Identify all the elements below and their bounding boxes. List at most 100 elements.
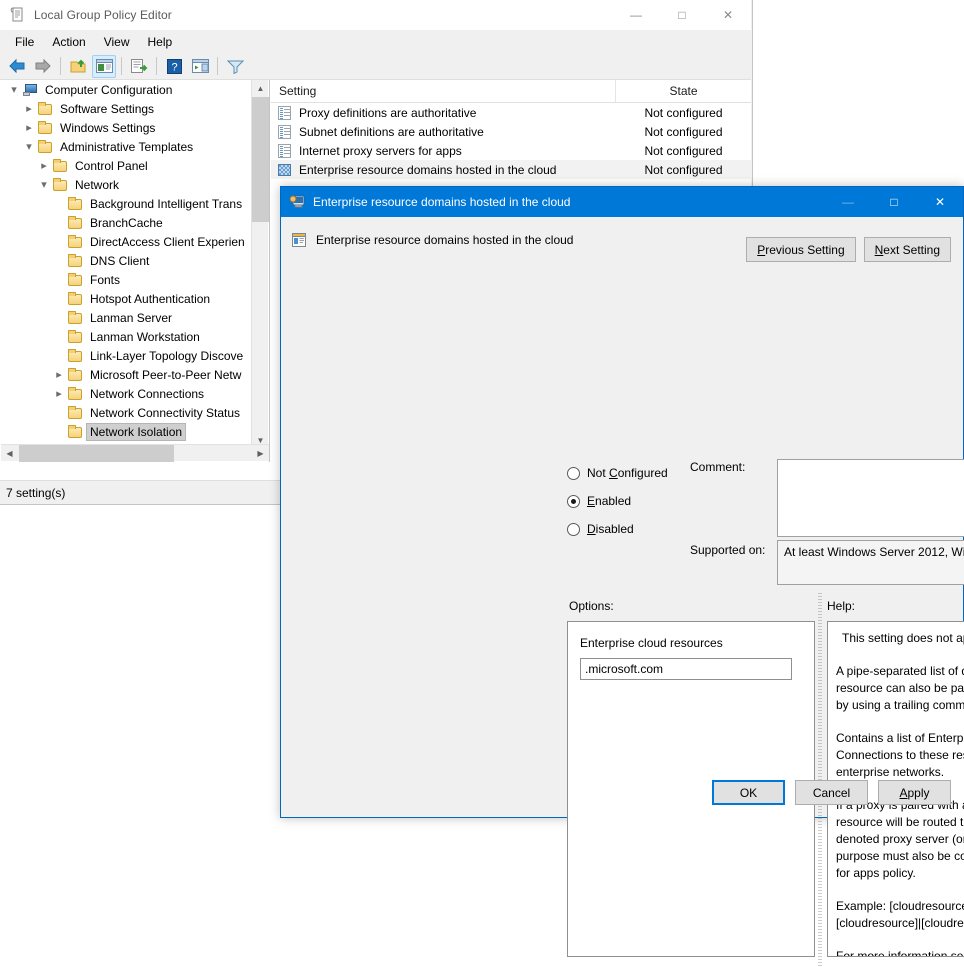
ok-button[interactable]: OK	[712, 780, 785, 805]
chevron-right-icon[interactable]: ▸	[36, 158, 52, 174]
options-label: Options:	[569, 599, 614, 613]
status-text: 7 setting(s)	[6, 486, 65, 500]
apply-button[interactable]: Apply	[878, 780, 951, 805]
tree-item[interactable]: Network Connectivity Status	[0, 403, 252, 422]
tree-item[interactable]: Lanman Workstation	[0, 327, 252, 346]
tree-item[interactable]: BranchCache	[0, 213, 252, 232]
cloud-policy-icon	[277, 162, 293, 178]
tree-vertical-scrollbar[interactable]: ▲ ▼	[251, 80, 268, 449]
tree-item[interactable]: Link-Layer Topology Discove	[0, 346, 252, 365]
tree-item-label: Microsoft Peer-to-Peer Netw	[87, 367, 244, 383]
folder-icon	[37, 139, 53, 155]
help-button[interactable]: ?	[162, 55, 186, 78]
show-hide-action-pane-button[interactable]	[188, 55, 212, 78]
minimize-button[interactable]: —	[613, 0, 659, 30]
cancel-button[interactable]: Cancel	[795, 780, 868, 805]
chevron-right-icon[interactable]: ▸	[21, 120, 37, 136]
dialog-header: Enterprise resource domains hosted in th…	[281, 217, 963, 262]
setting-state: Not configured	[616, 163, 751, 177]
folder-icon	[52, 158, 68, 174]
radio-not-configured-indicator[interactable]	[567, 467, 580, 480]
policy-icon	[277, 143, 293, 159]
radio-disabled[interactable]: Disabled	[567, 515, 687, 543]
scroll-left-arrow-icon[interactable]: ◀	[1, 445, 18, 462]
menu-bar: File Action View Help	[0, 30, 751, 53]
scroll-right-arrow-icon[interactable]: ▶	[252, 445, 269, 462]
menu-help[interactable]: Help	[139, 32, 182, 52]
next-setting-button[interactable]: Next Setting	[864, 237, 951, 262]
previous-setting-accelerator: P	[757, 243, 765, 257]
radio-enabled[interactable]: Enabled	[567, 487, 687, 515]
dialog-close-button[interactable]: ✕	[917, 187, 963, 217]
menu-view[interactable]: View	[95, 32, 139, 52]
radio-disabled-indicator[interactable]	[567, 523, 580, 536]
tree-item-label: Software Settings	[57, 101, 157, 117]
folder-icon	[52, 177, 68, 193]
tree-item[interactable]: Background Intelligent Trans	[0, 194, 252, 213]
close-button[interactable]: ✕	[705, 0, 751, 30]
scroll-up-arrow-icon[interactable]: ▲	[252, 80, 269, 97]
column-header-state[interactable]: State	[616, 80, 751, 102]
tree-item-label: Control Panel	[72, 158, 151, 174]
chevron-right-icon[interactable]: ▸	[51, 367, 67, 383]
tree-item[interactable]: Network Isolation	[0, 422, 252, 441]
radio-not-configured[interactable]: Not Configured	[567, 459, 687, 487]
chevron-placeholder	[51, 272, 67, 288]
chevron-down-icon[interactable]: ▾	[21, 139, 37, 155]
tree-item-label: Network	[72, 177, 122, 193]
comment-label: Comment:	[690, 460, 745, 474]
show-hide-console-tree-button[interactable]	[92, 55, 116, 78]
policy-icon	[277, 105, 293, 121]
menu-file[interactable]: File	[6, 32, 43, 52]
toolbar-separator	[217, 57, 218, 75]
back-button[interactable]	[5, 55, 29, 78]
tree-item[interactable]: ▾Computer Configuration	[0, 80, 252, 99]
forward-button[interactable]	[31, 55, 55, 78]
comment-textarea[interactable]: ▲ ▼	[777, 459, 964, 537]
folder-icon	[67, 234, 83, 250]
previous-setting-button[interactable]: Previous Setting	[746, 237, 855, 262]
maximize-button[interactable]: □	[659, 0, 705, 30]
chevron-right-icon[interactable]: ▸	[21, 101, 37, 117]
column-header-setting[interactable]: Setting	[271, 80, 616, 102]
table-row[interactable]: Proxy definitions are authoritativeNot c…	[271, 103, 751, 122]
dialog-maximize-button[interactable]: □	[871, 187, 917, 217]
tree-scroll-thumb[interactable]	[252, 97, 269, 222]
policy-icon	[277, 124, 293, 140]
tree-item[interactable]: Fonts	[0, 270, 252, 289]
tree-item[interactable]: ▸ Network Connections	[0, 384, 252, 403]
tree-item-label: Network Connectivity Status	[87, 405, 243, 421]
tree-item-label: Network Connections	[87, 386, 207, 402]
tree-item[interactable]: ▸ Software Settings	[0, 99, 252, 118]
chevron-right-icon[interactable]: ▸	[51, 386, 67, 402]
tree-item[interactable]: ▸Windows Settings	[0, 118, 252, 137]
table-row[interactable]: Internet proxy servers for appsNot confi…	[271, 141, 751, 160]
enterprise-cloud-resources-input[interactable]	[580, 658, 792, 680]
tree-item[interactable]: DirectAccess Client Experien	[0, 232, 252, 251]
dialog-titlebar: Enterprise resource domains hosted in th…	[281, 187, 963, 217]
tree-item[interactable]: ▸ Microsoft Peer-to-Peer Netw	[0, 365, 252, 384]
export-list-button[interactable]	[127, 55, 151, 78]
tree-item[interactable]: ▸ Control Panel	[0, 156, 252, 175]
tree-item[interactable]: Lanman Server	[0, 308, 252, 327]
dialog-minimize-button: —	[825, 187, 871, 217]
tree-hscroll-thumb[interactable]	[19, 445, 174, 462]
up-one-level-button[interactable]	[66, 55, 90, 78]
radio-enabled-indicator[interactable]	[567, 495, 580, 508]
chevron-down-icon[interactable]: ▾	[6, 82, 22, 98]
chevron-placeholder	[51, 196, 67, 212]
tree-item[interactable]: ▾Administrative Templates	[0, 137, 252, 156]
table-row[interactable]: Subnet definitions are authoritativeNot …	[271, 122, 751, 141]
tree-horizontal-scrollbar[interactable]: ◀ ▶	[1, 444, 269, 461]
radio-enabled-label: Enabled	[587, 494, 631, 508]
tree-item[interactable]: DNS Client	[0, 251, 252, 270]
tree-item[interactable]: Hotspot Authentication	[0, 289, 252, 308]
chevron-down-icon[interactable]: ▾	[36, 177, 52, 193]
app-icon	[10, 7, 26, 23]
tree-item[interactable]: ▾ Network	[0, 175, 252, 194]
table-row[interactable]: Enterprise resource domains hosted in th…	[271, 160, 751, 179]
filter-icon[interactable]	[223, 55, 247, 78]
setting-state: Not configured	[616, 106, 751, 120]
menu-action[interactable]: Action	[43, 32, 94, 52]
radio-disabled-label: Disabled	[587, 522, 634, 536]
